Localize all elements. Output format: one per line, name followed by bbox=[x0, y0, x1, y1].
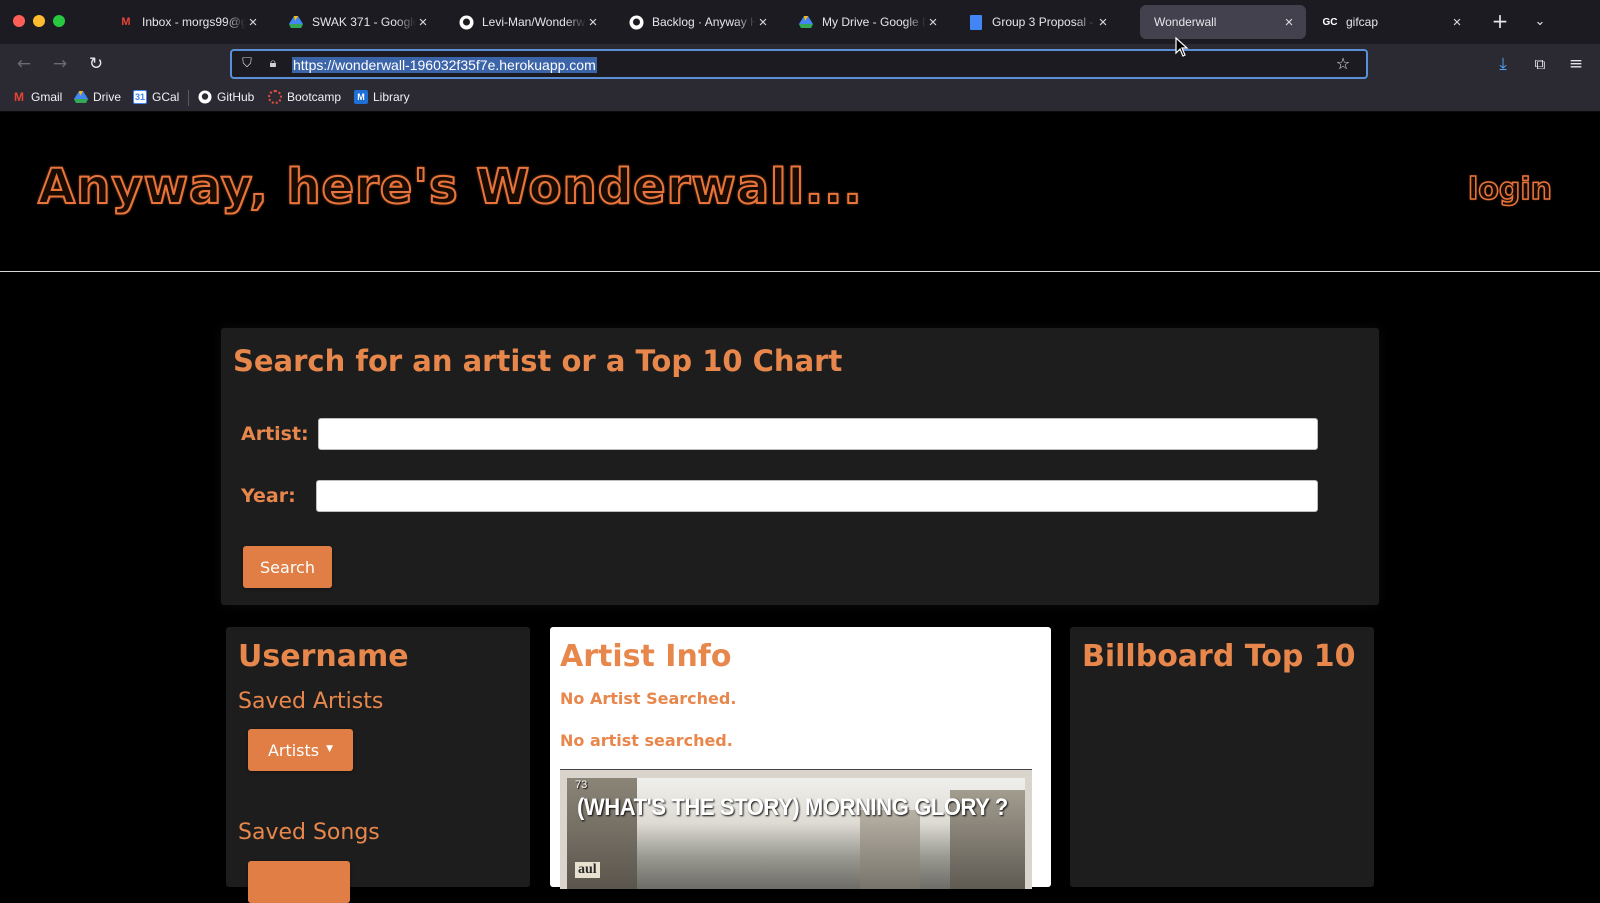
new-tab-icon[interactable]: + bbox=[1488, 9, 1512, 33]
search-heading: Search for an artist or a Top 10 Chart bbox=[233, 344, 843, 378]
bookmark-label: Gmail bbox=[31, 90, 63, 104]
album-title: (WHAT'S THE STORY) MORNING GLORY ? bbox=[577, 794, 1008, 821]
saved-songs-heading: Saved Songs bbox=[238, 820, 380, 845]
bookmark-github[interactable]: GitHub bbox=[198, 90, 254, 104]
tab-title: My Drive - Google Dri bbox=[822, 15, 926, 29]
artist-status-text: No Artist Searched. bbox=[560, 689, 737, 708]
bookmark-label: GCal bbox=[152, 90, 180, 104]
tab-title: Levi-Man/Wonderwall bbox=[482, 15, 586, 29]
billboard-heading: Billboard Top 10 bbox=[1082, 639, 1356, 674]
artists-button-label: Artists bbox=[267, 740, 320, 760]
tab-title: Inbox - morgs99@gm bbox=[142, 15, 246, 29]
bookmark-label: Library bbox=[373, 90, 410, 104]
bookmarks-bar: M Gmail Drive 31 GCal GitHub Bootcamp M … bbox=[0, 84, 1600, 112]
artist-label: Artist: bbox=[241, 423, 309, 445]
close-tab-icon[interactable]: × bbox=[1282, 14, 1296, 31]
google-drive-icon bbox=[288, 14, 304, 30]
tab-title: gifcap bbox=[1346, 15, 1379, 29]
tab-my-drive[interactable]: My Drive - Google Dri × bbox=[788, 5, 950, 39]
close-tab-icon[interactable]: × bbox=[1096, 14, 1110, 31]
google-drive-icon bbox=[798, 14, 814, 30]
close-window-button[interactable] bbox=[13, 15, 25, 27]
artist-info-panel: Artist Info No Artist Searched. No artis… bbox=[550, 627, 1051, 889]
bookmark-label: GitHub bbox=[217, 90, 255, 104]
artist-info-heading: Artist Info bbox=[560, 639, 732, 674]
bookmark-label: Bootcamp bbox=[287, 90, 342, 104]
google-calendar-icon: 31 bbox=[133, 90, 147, 104]
tab-gifcap[interactable]: GC gifcap × bbox=[1312, 5, 1474, 39]
gifcap-icon: GC bbox=[1322, 16, 1338, 28]
bookmark-separator bbox=[188, 90, 189, 106]
header-divider bbox=[0, 271, 1600, 272]
forward-icon[interactable]: → bbox=[48, 52, 72, 76]
list-tabs-icon[interactable]: ⌄ bbox=[1528, 9, 1552, 33]
tab-swak[interactable]: SWAK 371 - Google D × bbox=[278, 5, 440, 39]
username-heading: Username bbox=[238, 639, 409, 674]
maximize-window-button[interactable] bbox=[53, 15, 65, 27]
artists-dropdown-button[interactable]: Artists ▼ bbox=[248, 729, 353, 771]
close-tab-icon[interactable]: × bbox=[1450, 14, 1464, 31]
shield-icon[interactable]: ⛉ bbox=[236, 52, 258, 74]
tab-wonderwall[interactable]: Wonderwall × bbox=[1140, 5, 1306, 39]
tab-backlog[interactable]: Backlog · Anyway Her × bbox=[618, 5, 780, 39]
close-tab-icon[interactable]: × bbox=[416, 14, 430, 31]
bookmark-drive[interactable]: Drive bbox=[74, 90, 121, 104]
year-label: Year: bbox=[241, 485, 296, 507]
google-drive-icon bbox=[74, 90, 88, 104]
lock-icon[interactable]: 🔒︎ bbox=[262, 52, 284, 74]
songs-dropdown-button[interactable] bbox=[248, 861, 350, 903]
minimize-window-button[interactable] bbox=[33, 15, 45, 27]
saved-artists-heading: Saved Artists bbox=[238, 689, 384, 714]
bootcamp-icon bbox=[268, 90, 282, 104]
back-icon[interactable]: ← bbox=[12, 52, 36, 76]
github-icon bbox=[198, 90, 212, 104]
tab-gmail[interactable]: M Inbox - morgs99@gm × bbox=[108, 5, 270, 39]
album-cover-image: 73 (WHAT'S THE STORY) MORNING GLORY ? au… bbox=[560, 769, 1032, 889]
tab-bar: M Inbox - morgs99@gm × SWAK 371 - Google… bbox=[0, 0, 1600, 44]
google-docs-icon bbox=[968, 14, 984, 30]
tab-group-proposal[interactable]: Group 3 Proposal - Go × bbox=[958, 5, 1120, 39]
gmail-icon: M bbox=[14, 90, 24, 104]
login-link[interactable]: login bbox=[1467, 171, 1553, 208]
artist-empty-text: No artist searched. bbox=[560, 731, 733, 750]
close-tab-icon[interactable]: × bbox=[756, 14, 770, 31]
close-tab-icon[interactable]: × bbox=[926, 14, 940, 31]
menu-icon[interactable]: ≡ bbox=[1564, 52, 1588, 76]
tab-title: Backlog · Anyway Her bbox=[652, 15, 756, 29]
gmail-icon: M bbox=[121, 16, 131, 28]
caret-down-icon: ▼ bbox=[326, 743, 334, 754]
mouse-cursor-icon bbox=[1175, 37, 1189, 57]
close-tab-icon[interactable]: × bbox=[246, 14, 260, 31]
bookmark-gcal[interactable]: 31 GCal bbox=[133, 90, 179, 104]
url-bar[interactable]: ⛉ 🔒︎ https://wonderwall-196032f35f7e.her… bbox=[230, 49, 1368, 79]
album-shop-sign: aul bbox=[575, 862, 600, 878]
reload-icon[interactable]: ↻ bbox=[84, 52, 108, 76]
tab-title: Wonderwall bbox=[1154, 15, 1217, 29]
navigation-toolbar: ← → ↻ ⛉ 🔒︎ https://wonderwall-196032f35f… bbox=[0, 44, 1600, 84]
search-button[interactable]: Search bbox=[243, 546, 332, 588]
site-title: Anyway, here's Wonderwall... bbox=[37, 158, 863, 216]
artist-input[interactable] bbox=[318, 418, 1318, 450]
user-panel: Username Saved Artists Artists ▼ Saved S… bbox=[226, 627, 530, 903]
bookmark-label: Drive bbox=[93, 90, 122, 104]
album-catalog-number: 73 bbox=[575, 779, 588, 791]
extensions-icon[interactable]: ⧉ bbox=[1528, 52, 1552, 76]
tab-github-repo[interactable]: Levi-Man/Wonderwall × bbox=[448, 5, 610, 39]
tab-title: Group 3 Proposal - Go bbox=[992, 15, 1096, 29]
year-input[interactable] bbox=[316, 480, 1318, 512]
close-tab-icon[interactable]: × bbox=[586, 14, 600, 31]
github-icon bbox=[458, 14, 474, 30]
bookmark-gmail[interactable]: M Gmail bbox=[12, 90, 62, 104]
downloads-icon[interactable]: ⤓ bbox=[1491, 52, 1515, 76]
url-text[interactable]: https://wonderwall-196032f35f7e.herokuap… bbox=[292, 57, 597, 73]
bookmark-star-icon[interactable]: ☆ bbox=[1332, 52, 1354, 74]
billboard-panel: Billboard Top 10 bbox=[1070, 627, 1374, 887]
tab-title: SWAK 371 - Google D bbox=[312, 15, 416, 29]
library-icon: M bbox=[354, 90, 368, 104]
github-icon bbox=[628, 14, 644, 30]
bookmark-library[interactable]: M Library bbox=[354, 90, 410, 104]
bookmark-bootcamp[interactable]: Bootcamp bbox=[268, 90, 341, 104]
web-page: Anyway, here's Wonderwall... login Searc… bbox=[0, 112, 1600, 903]
search-form-card: Search for an artist or a Top 10 Chart A… bbox=[221, 328, 1379, 605]
